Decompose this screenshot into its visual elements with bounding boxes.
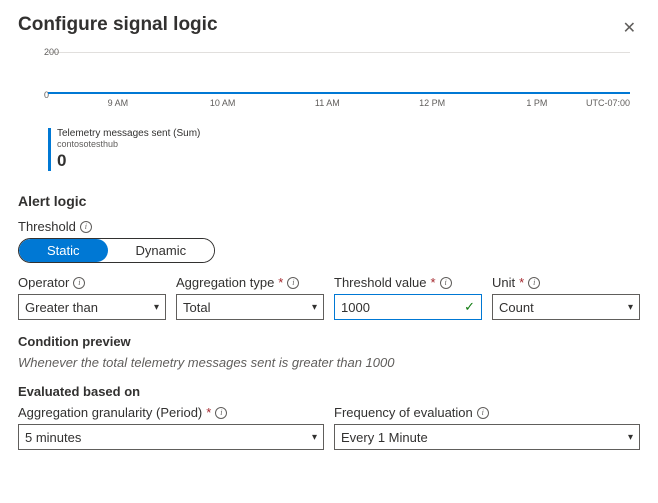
- y-tick: 200: [44, 47, 63, 57]
- chevron-down-icon: ▾: [628, 432, 633, 443]
- panel-header: Configure signal logic ✕: [18, 14, 640, 42]
- metric-chart: 200 0 9 AM 10 AM 11 AM 12 PM 1 PM UTC-07…: [28, 52, 630, 171]
- info-icon[interactable]: i: [73, 277, 85, 289]
- x-tick: 12 PM: [419, 98, 445, 108]
- chevron-down-icon: ▾: [312, 302, 317, 313]
- threshold-label: Threshold i: [18, 219, 640, 234]
- unit-label: Unit * i: [492, 275, 640, 290]
- condition-preview-heading: Condition preview: [18, 334, 640, 349]
- x-tick: 10 AM: [210, 98, 236, 108]
- x-tick: 9 AM: [108, 98, 129, 108]
- legend-value: 0: [57, 151, 630, 171]
- x-tick: 1 PM: [526, 98, 547, 108]
- alert-logic-heading: Alert logic: [18, 193, 640, 209]
- chart-legend: Telemetry messages sent (Sum) contosotes…: [48, 128, 630, 171]
- aggregation-type-select[interactable]: Total ▾: [176, 294, 324, 320]
- check-icon: ✓: [464, 299, 475, 315]
- close-icon[interactable]: ✕: [619, 14, 640, 42]
- operator-label: Operator i: [18, 275, 166, 290]
- chevron-down-icon: ▾: [628, 302, 633, 313]
- condition-preview-text: Whenever the total telemetry messages se…: [18, 355, 640, 370]
- info-icon[interactable]: i: [287, 277, 299, 289]
- chart-series-line: [48, 92, 630, 94]
- info-icon[interactable]: i: [477, 407, 489, 419]
- aggregation-type-label: Aggregation type * i: [176, 275, 324, 290]
- configure-signal-panel: Configure signal logic ✕ 200 0 9 AM 10 A…: [0, 0, 658, 503]
- threshold-mode-toggle: Static Dynamic: [18, 238, 215, 263]
- legend-series-name: Telemetry messages sent (Sum): [57, 128, 630, 139]
- legend-resource: contosotesthub: [57, 139, 630, 149]
- threshold-static-pill[interactable]: Static: [19, 239, 108, 262]
- evaluated-heading: Evaluated based on: [18, 384, 640, 399]
- frequency-select[interactable]: Every 1 Minute ▾: [334, 424, 640, 450]
- unit-select[interactable]: Count ▾: [492, 294, 640, 320]
- panel-title: Configure signal logic: [18, 14, 218, 36]
- timezone-label: UTC-07:00: [586, 98, 630, 108]
- info-icon[interactable]: i: [528, 277, 540, 289]
- threshold-dynamic-pill[interactable]: Dynamic: [108, 239, 215, 262]
- granularity-label: Aggregation granularity (Period) * i: [18, 405, 324, 420]
- x-tick: 11 AM: [315, 98, 340, 108]
- chevron-down-icon: ▾: [154, 302, 159, 313]
- chevron-down-icon: ▾: [312, 432, 317, 443]
- info-icon[interactable]: i: [80, 221, 92, 233]
- operator-select[interactable]: Greater than ▾: [18, 294, 166, 320]
- threshold-value-label: Threshold value * i: [334, 275, 482, 290]
- info-icon[interactable]: i: [215, 407, 227, 419]
- granularity-select[interactable]: 5 minutes ▾: [18, 424, 324, 450]
- info-icon[interactable]: i: [440, 277, 452, 289]
- frequency-label: Frequency of evaluation i: [334, 405, 640, 420]
- threshold-value-input[interactable]: 1000 ✓: [334, 294, 482, 320]
